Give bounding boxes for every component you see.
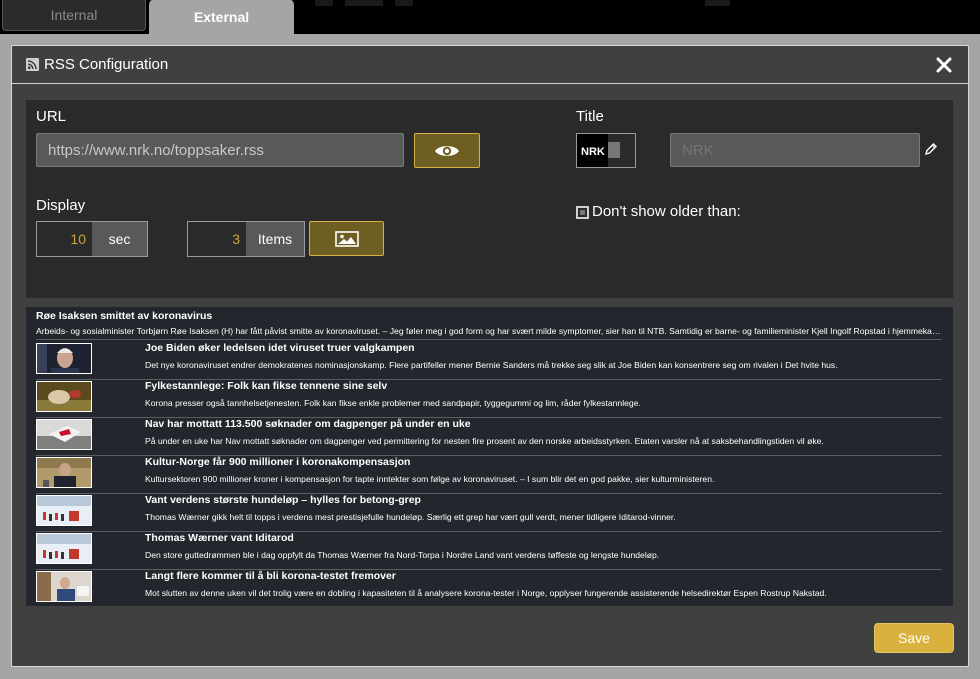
item-title: Kultur-Norge får 900 millioner i koronak… xyxy=(145,456,411,468)
list-item[interactable]: Thomas Wærner vant Iditarod Den store gu… xyxy=(36,531,942,569)
item-description: Den store guttedrømmen ble i dag oppfylt… xyxy=(145,550,660,560)
item-thumbnail xyxy=(36,419,92,450)
rss-feed-icon xyxy=(26,58,39,71)
list-item[interactable]: Nav har mottatt 113.500 søknader om dagp… xyxy=(36,417,942,455)
rss-configuration-dialog: RSS Configuration URL Title NRK xyxy=(11,45,969,667)
item-title: Thomas Wærner vant Iditarod xyxy=(145,532,294,544)
dialog-title: RSS Configuration xyxy=(44,56,169,73)
dimmed-toolbar-fragment xyxy=(345,0,383,6)
item-thumbnail xyxy=(36,343,92,374)
item-title: Vant verdens største hundeløp – hylles f… xyxy=(145,494,421,506)
item-thumbnail xyxy=(36,571,92,602)
tab-internal[interactable]: Internal xyxy=(2,0,146,31)
display-label: Display xyxy=(36,197,86,214)
item-description: Thomas Wærner gikk helt til topps i verd… xyxy=(145,512,676,522)
pencil-icon[interactable] xyxy=(924,142,938,156)
seconds-unit: sec xyxy=(92,222,147,256)
image-icon xyxy=(334,230,359,247)
item-title: Nav har mottatt 113.500 søknader om dagp… xyxy=(145,418,471,430)
item-thumbnail xyxy=(36,381,92,412)
dimmed-toolbar-fragment xyxy=(315,0,333,6)
item-title: Fylkestannlege: Folk kan fikse tennene s… xyxy=(145,380,388,392)
feed-preview: Røe Isaksen smittet av koronavirus Arbei… xyxy=(26,307,953,606)
featured-item-title[interactable]: Røe Isaksen smittet av koronavirus xyxy=(36,310,212,322)
dialog-header: RSS Configuration xyxy=(12,46,968,84)
item-description: Korona presser også tannhelsetjenesten. … xyxy=(145,398,641,408)
title-label: Title xyxy=(576,108,604,125)
list-item[interactable]: Vant verdens største hundeløp – hylles f… xyxy=(36,493,942,531)
items-field[interactable]: 3 Items xyxy=(187,221,305,257)
list-item[interactable]: Fylkestannlege: Folk kan fikse tennene s… xyxy=(36,379,942,417)
preview-button[interactable] xyxy=(414,133,480,168)
list-item[interactable]: Joe Biden øker ledelsen idet viruset tru… xyxy=(36,341,942,379)
show-images-button[interactable] xyxy=(309,221,384,256)
title-logo[interactable]: NRK xyxy=(576,133,636,168)
list-item[interactable]: Kultur-Norge får 900 millioner i koronak… xyxy=(36,455,942,493)
dimmed-toolbar-fragment xyxy=(705,0,730,6)
item-title: Langt flere kommer til å bli korona-test… xyxy=(145,570,396,582)
url-input[interactable] xyxy=(36,133,404,167)
older-than-label: Don't show older than: xyxy=(592,203,741,220)
close-icon xyxy=(936,57,952,73)
item-description: På under en uke har Nav mottatt søknader… xyxy=(145,436,824,446)
item-thumbnail xyxy=(36,533,92,564)
item-thumbnail xyxy=(36,495,92,526)
nrk-logo-text: NRK xyxy=(581,146,605,158)
older-than-checkbox[interactable] xyxy=(576,206,589,219)
config-panel: URL Title NRK Display 10 xyxy=(26,100,953,298)
item-description: Mot slutten av denne uken vil det trolig… xyxy=(145,588,827,598)
title-input[interactable] xyxy=(670,133,920,167)
seconds-value[interactable]: 10 xyxy=(37,222,92,256)
list-item[interactable]: Langt flere kommer til å bli korona-test… xyxy=(36,569,942,606)
featured-item-description: Arbeids- og sosialminister Torbjørn Røe … xyxy=(36,326,942,336)
item-thumbnail xyxy=(36,457,92,488)
item-description: Det nye koronaviruset endrer demokratene… xyxy=(145,360,838,370)
item-title: Joe Biden øker ledelsen idet viruset tru… xyxy=(145,342,415,354)
seconds-field[interactable]: 10 sec xyxy=(36,221,148,257)
items-unit: Items xyxy=(246,222,304,256)
items-value[interactable]: 3 xyxy=(188,222,246,256)
close-button[interactable] xyxy=(934,55,954,75)
dimmed-toolbar-fragment xyxy=(395,0,413,6)
divider xyxy=(36,339,942,340)
tab-external[interactable]: External xyxy=(149,0,294,35)
eye-icon xyxy=(435,145,459,156)
url-label: URL xyxy=(36,108,67,125)
save-button[interactable]: Save xyxy=(874,623,954,653)
item-description: Kultursektoren 900 millioner kroner i ko… xyxy=(145,474,715,484)
tab-strip: Internal External xyxy=(0,0,980,35)
